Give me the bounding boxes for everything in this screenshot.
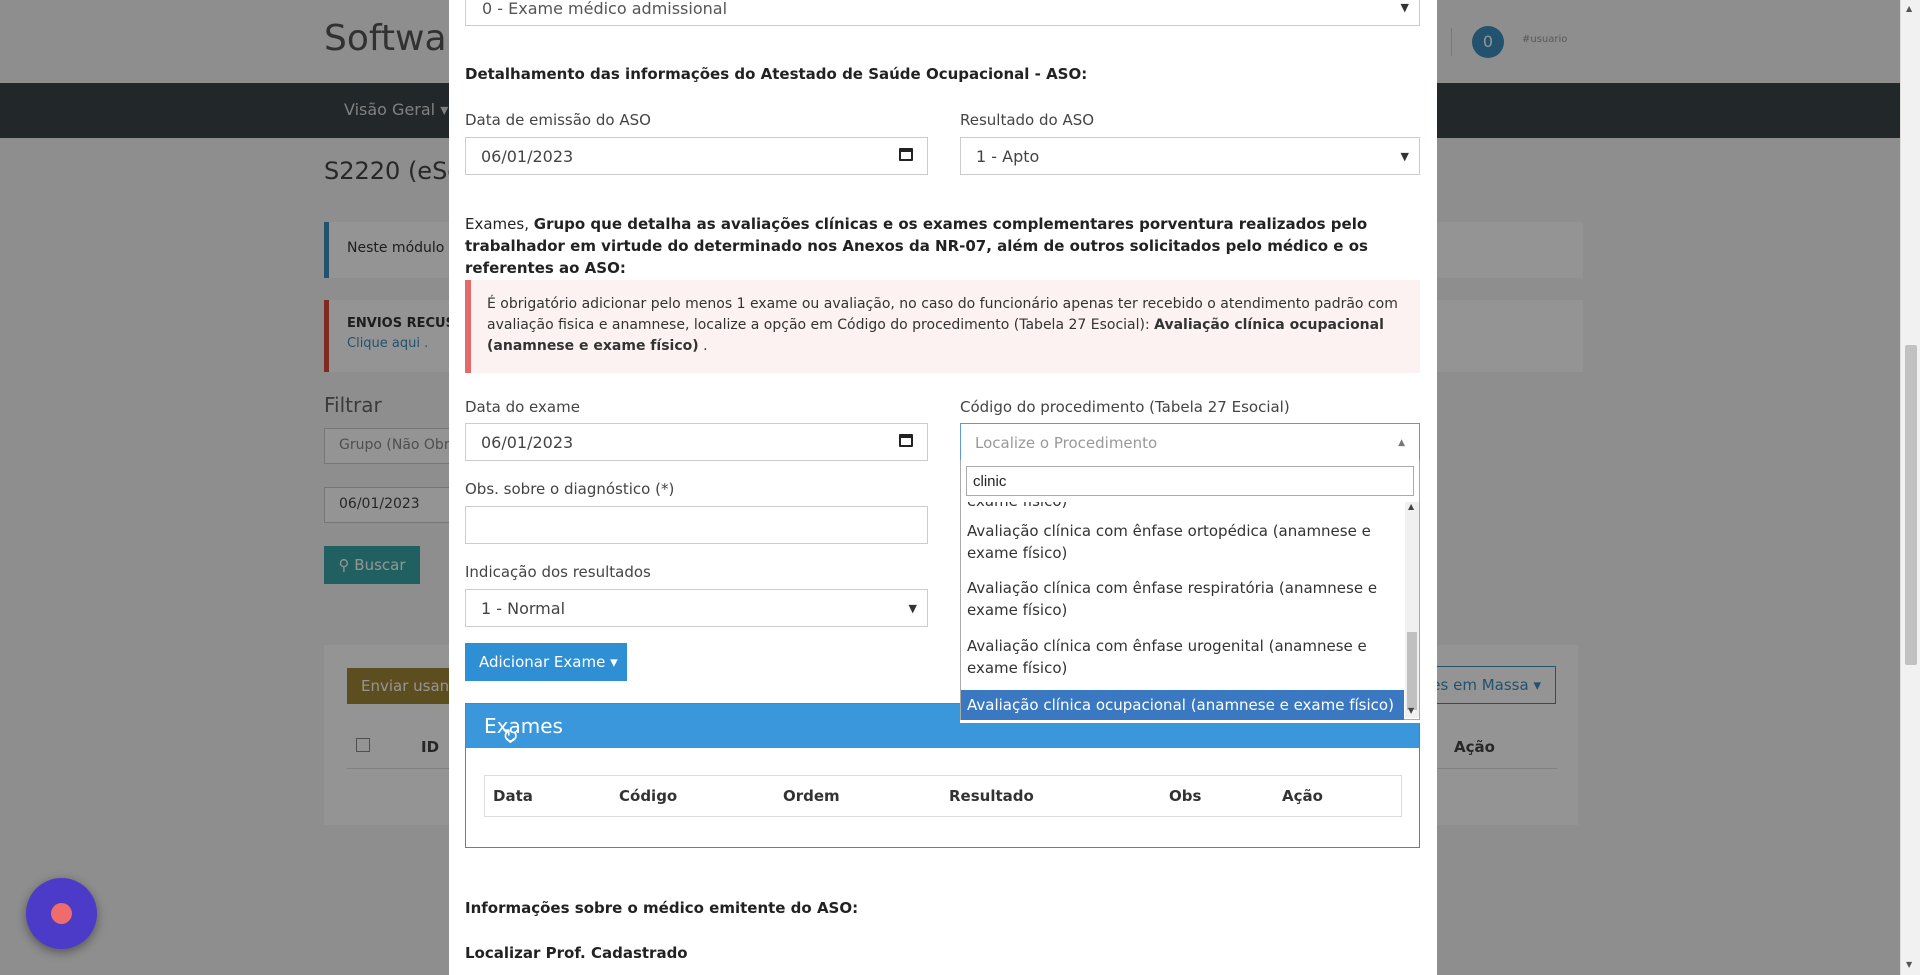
aso-date-input[interactable]: 06/01/2023	[465, 137, 928, 175]
find-professional-label: Localizar Prof. Cadastrado	[465, 944, 688, 962]
procedure-label: Código do procedimento (Tabela 27 Esocia…	[960, 398, 1290, 416]
scroll-down-icon[interactable]: ▼	[1906, 960, 1912, 969]
procedure-placeholder: Localize o Procedimento	[975, 434, 1158, 452]
aso-result-label: Resultado do ASO	[960, 111, 1095, 129]
results-label: Indicação dos resultados	[465, 563, 651, 581]
scroll-down-icon[interactable]: ▼	[1408, 706, 1414, 715]
chat-indicator-icon	[51, 903, 72, 924]
list-item[interactable]: Avaliação clínica com ênfase respiratóri…	[961, 577, 1404, 621]
results-value: 1 - Normal	[481, 599, 566, 618]
aso-section-title: Detalhamento das informações do Atestado…	[465, 65, 1088, 83]
caret-up-icon: ▲	[1398, 438, 1405, 448]
procedure-options-panel: exame físico) Avaliação clínica com ênfa…	[960, 460, 1420, 720]
chevron-down-icon: ▼	[1400, 150, 1409, 163]
diagnosis-label: Obs. sobre o diagnóstico (*)	[465, 480, 675, 498]
chevron-down-icon: ▼	[1400, 1, 1409, 14]
column-ordem: Ordem	[783, 787, 840, 805]
exams-intro-prefix: Exames,	[465, 215, 529, 233]
column-data: Data	[493, 787, 533, 805]
list-item[interactable]: exame físico)	[961, 502, 1404, 512]
diagnosis-input[interactable]	[465, 506, 928, 544]
procedure-dropdown: Localize o Procedimento ▲ exame físico) …	[960, 423, 1420, 723]
calendar-icon[interactable]	[899, 148, 913, 161]
exams-panel-title: Exames	[484, 714, 563, 738]
exams-table: Data Código Ordem Resultado Obs Ação	[484, 775, 1402, 817]
options-scrollbar[interactable]: ▲ ▼	[1405, 502, 1419, 718]
aso-result-value: 1 - Apto	[976, 147, 1040, 166]
alert-end: .	[703, 338, 708, 354]
exam-date-value: 06/01/2023	[481, 433, 574, 452]
procedure-options-list: exame físico) Avaliação clínica com ênfa…	[961, 502, 1404, 720]
scroll-up-icon[interactable]: ▲	[1906, 4, 1912, 13]
aso-date-value: 06/01/2023	[481, 147, 574, 166]
exams-intro-bold: Grupo que detalha as avaliações clínicas…	[465, 215, 1368, 277]
list-item[interactable]: Avaliação clínica com ênfase ortopédica …	[961, 520, 1404, 564]
procedure-select[interactable]: Localize o Procedimento ▲	[960, 423, 1420, 461]
chevron-down-icon: ▼	[908, 602, 917, 615]
procedure-search-input[interactable]	[966, 466, 1414, 496]
add-exam-button[interactable]: Adicionar Exame ▾	[465, 643, 627, 681]
exam-type-select[interactable]: 0 - Exame médico admissional ▼	[465, 0, 1420, 26]
exams-intro: Exames, Grupo que detalha as avaliações …	[465, 213, 1420, 279]
exam-type-value: 0 - Exame médico admissional	[482, 0, 728, 18]
column-resultado: Resultado	[949, 787, 1034, 805]
column-acao: Ação	[1282, 787, 1323, 805]
list-item[interactable]: Avaliação clínica com ênfase urogenital …	[961, 635, 1404, 679]
required-exam-alert: É obrigatório adicionar pelo menos 1 exa…	[465, 280, 1420, 373]
column-codigo: Código	[619, 787, 678, 805]
options-scroll-thumb[interactable]	[1407, 632, 1417, 710]
scroll-up-icon[interactable]: ▲	[1408, 502, 1414, 511]
chat-widget-button[interactable]	[26, 878, 97, 949]
exams-panel: Exames ⌄ ↻ Data Código Ordem Resultado O…	[465, 703, 1420, 848]
exam-date-input[interactable]: 06/01/2023	[465, 423, 928, 461]
exam-date-label: Data do exame	[465, 398, 580, 416]
list-item-highlighted[interactable]: Avaliação clínica ocupacional (anamnese …	[961, 690, 1404, 720]
refresh-icon[interactable]: ↻	[502, 724, 519, 748]
calendar-icon[interactable]	[899, 434, 913, 447]
page-scroll-thumb[interactable]	[1905, 345, 1917, 665]
aso-date-label: Data de emissão do ASO	[465, 111, 651, 129]
column-obs: Obs	[1169, 787, 1202, 805]
results-select[interactable]: 1 - Normal ▼	[465, 589, 928, 627]
aso-result-select[interactable]: 1 - Apto ▼	[960, 137, 1420, 175]
doctor-section-title: Informações sobre o médico emitente do A…	[465, 899, 859, 917]
page-scrollbar[interactable]: ▲ ▼	[1900, 0, 1920, 975]
